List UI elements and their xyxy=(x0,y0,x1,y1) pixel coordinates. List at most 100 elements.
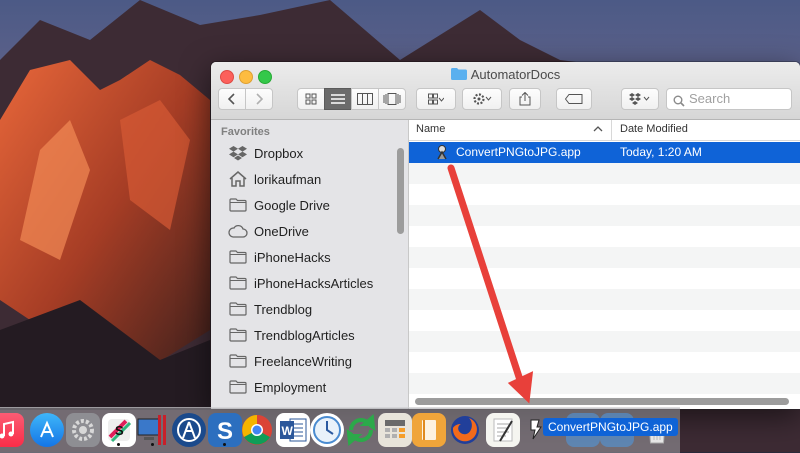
dock-app-store-icon[interactable] xyxy=(30,413,64,447)
sidebar: Favorites Dropbox lorikaufman Google Drive… xyxy=(211,120,409,409)
icon-view-button[interactable] xyxy=(297,88,325,110)
sort-chevron-up-icon[interactable] xyxy=(593,122,603,139)
window-titlebar[interactable]: AutomatorDocs Search xyxy=(211,62,800,120)
tag-icon xyxy=(565,94,583,104)
sidebar-item-label: iPhoneHacks xyxy=(254,249,331,265)
folder-icon xyxy=(450,67,467,80)
chevron-left-icon xyxy=(228,93,235,105)
sidebar-header: Favorites xyxy=(221,126,270,138)
sidebar-item-iphonehacks[interactable]: iPhoneHacks xyxy=(211,244,397,270)
sidebar-item-label: Dropbox xyxy=(254,145,304,161)
forward-button[interactable] xyxy=(245,88,273,110)
sidebar-item-lorikaufman[interactable]: lorikaufman xyxy=(211,166,397,192)
dock-textedit-icon[interactable] xyxy=(486,413,520,447)
finder-window: AutomatorDocs Search Favorites Dropbox l… xyxy=(211,62,800,409)
search-icon xyxy=(673,93,685,113)
dock-scrivener-icon[interactable]: S xyxy=(208,413,242,447)
sidebar-item-freelancewriting[interactable]: FreelanceWriting xyxy=(211,348,397,374)
list-icon xyxy=(331,94,345,104)
svg-text:W: W xyxy=(282,424,294,438)
drag-item-label: ConvertPNGtoJPG.app xyxy=(543,418,678,436)
home-icon xyxy=(228,170,248,188)
chevron-right-icon xyxy=(256,93,263,105)
empty-row xyxy=(409,184,800,205)
dropbox-menu-button[interactable] xyxy=(621,88,659,110)
share-button[interactable] xyxy=(509,88,541,110)
share-icon xyxy=(519,92,531,106)
action-button[interactable] xyxy=(462,88,502,110)
empty-row xyxy=(409,289,800,310)
folder-icon xyxy=(228,248,248,266)
file-row[interactable]: ConvertPNGtoJPG.app Today, 1:20 AM xyxy=(409,142,800,163)
empty-row xyxy=(409,163,800,184)
svg-text:S: S xyxy=(217,418,233,443)
cloud-icon xyxy=(228,222,248,240)
cover-flow-button[interactable] xyxy=(378,88,406,110)
dock-itunes-icon[interactable] xyxy=(0,413,24,447)
file-list: Name Date Modified ConvertPNGtoJPG.app To… xyxy=(409,120,800,409)
arrange-button[interactable] xyxy=(416,88,456,110)
automator-app-icon xyxy=(434,144,450,165)
dock-firefox-icon[interactable] xyxy=(448,413,482,447)
dock-word-icon[interactable]: W xyxy=(276,413,310,447)
sidebar-item-label: FreelanceWriting xyxy=(254,353,353,369)
view-mode-buttons xyxy=(297,88,406,110)
list-horizontal-scrollbar[interactable] xyxy=(415,398,789,405)
file-name: ConvertPNGtoJPG.app xyxy=(456,145,581,159)
search-placeholder: Search xyxy=(689,91,731,106)
empty-row xyxy=(409,247,800,268)
dock-screen-sharing-icon[interactable] xyxy=(136,413,170,447)
folder-icon xyxy=(228,300,248,318)
folder-icon xyxy=(228,352,248,370)
search-field[interactable]: Search xyxy=(666,88,792,110)
columns-icon xyxy=(357,93,373,105)
column-header: Name Date Modified xyxy=(409,120,800,141)
list-view-button[interactable] xyxy=(324,88,352,110)
dock-calculator-icon[interactable] xyxy=(378,413,412,447)
empty-row xyxy=(409,373,800,394)
dock-instruments-icon[interactable] xyxy=(172,413,206,447)
sidebar-item-iphonehacksarticles[interactable]: iPhoneHacksArticles xyxy=(211,270,397,296)
sidebar-item-dropbox[interactable]: Dropbox xyxy=(211,140,397,166)
date-modified-column-header[interactable]: Date Modified xyxy=(620,123,688,135)
window-title-text: AutomatorDocs xyxy=(470,67,561,82)
gear-icon xyxy=(473,93,492,105)
dock-time-machine-icon[interactable] xyxy=(310,413,344,447)
sidebar-item-label: Trendblog xyxy=(254,301,313,317)
sidebar-item-label: OneDrive xyxy=(254,223,309,239)
dock-sync-icon[interactable] xyxy=(344,413,378,447)
dropbox-icon xyxy=(629,93,650,105)
dock-slack-icon[interactable]: S xyxy=(102,413,136,447)
sidebar-item-onedrive[interactable]: OneDrive xyxy=(211,218,397,244)
sidebar-item-trendblog[interactable]: Trendblog xyxy=(211,296,397,322)
sidebar-item-label: lorikaufman xyxy=(254,171,322,187)
empty-row xyxy=(409,310,800,331)
grid-icon xyxy=(305,93,317,105)
empty-row xyxy=(409,352,800,373)
folder-icon xyxy=(228,196,248,214)
name-column-header[interactable]: Name xyxy=(416,123,445,135)
empty-row xyxy=(409,331,800,352)
dropbox-icon xyxy=(228,144,248,162)
dock-chrome-icon[interactable] xyxy=(240,413,274,447)
empty-row xyxy=(409,268,800,289)
sidebar-item-employment[interactable]: Employment xyxy=(211,374,397,400)
empty-row xyxy=(409,205,800,226)
column-view-button[interactable] xyxy=(351,88,379,110)
svg-text:S: S xyxy=(115,423,124,438)
sidebar-item-label: Employment xyxy=(254,379,327,395)
sidebar-item-trendblogarticles[interactable]: TrendblogArticles xyxy=(211,322,397,348)
empty-row xyxy=(409,226,800,247)
sidebar-item-label: iPhoneHacksArticles xyxy=(254,275,374,291)
cover-flow-icon xyxy=(383,93,401,105)
nav-buttons xyxy=(218,88,273,110)
sidebar-item-label: TrendblogArticles xyxy=(254,327,355,343)
back-button[interactable] xyxy=(218,88,246,110)
dock-books-icon[interactable] xyxy=(412,413,446,447)
sidebar-scrollbar[interactable] xyxy=(397,148,404,234)
tags-button[interactable] xyxy=(556,88,592,110)
sidebar-item-label: Google Drive xyxy=(254,197,330,213)
column-divider[interactable] xyxy=(611,120,612,140)
sidebar-item-google-drive[interactable]: Google Drive xyxy=(211,192,397,218)
dock-system-preferences-icon[interactable] xyxy=(66,413,100,447)
